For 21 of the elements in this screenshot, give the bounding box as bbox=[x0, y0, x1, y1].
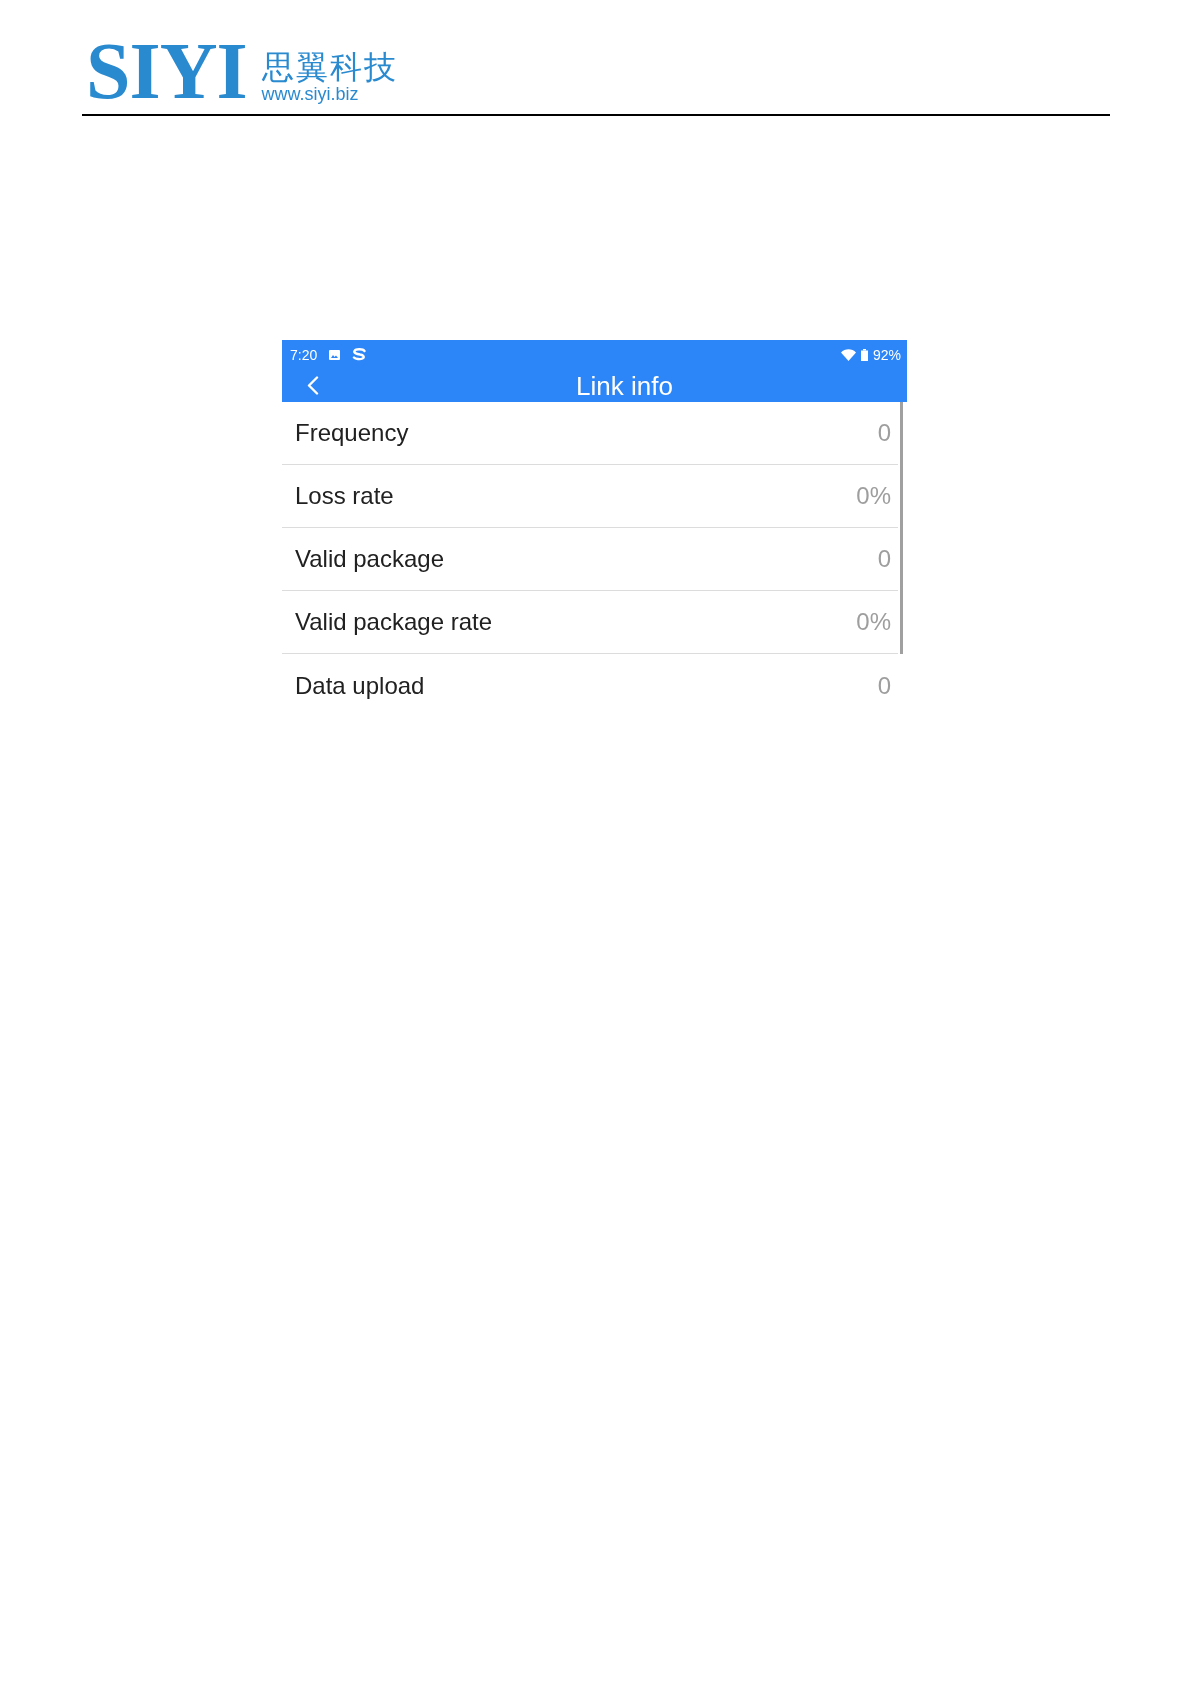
setting-value: 0 bbox=[877, 547, 891, 571]
setting-value: 0 bbox=[877, 673, 891, 698]
wifi-icon bbox=[840, 348, 856, 361]
company-name: 思翼科技 bbox=[261, 50, 398, 84]
image-icon bbox=[329, 349, 341, 360]
setting-label: Loss rate bbox=[295, 484, 394, 508]
setting-label: Frequency bbox=[295, 421, 409, 445]
screen-title: Link info bbox=[576, 372, 673, 399]
battery-percentage: 92% bbox=[872, 347, 901, 362]
setting-label: Valid package bbox=[295, 547, 444, 571]
s-shape-icon bbox=[352, 348, 368, 361]
setting-value: 0% bbox=[856, 484, 891, 508]
logo-wordmark: SIYI bbox=[86, 38, 247, 104]
setting-value: 0 bbox=[877, 421, 891, 445]
setting-label: Data upload bbox=[295, 673, 425, 698]
setting-label: Valid package rate bbox=[295, 610, 492, 634]
chevron-left-icon bbox=[305, 376, 319, 395]
website-url: www.siyi.biz bbox=[261, 84, 360, 104]
setting-value: 0% bbox=[856, 610, 891, 634]
battery-icon bbox=[860, 348, 868, 361]
status-time: 7:20 bbox=[290, 347, 318, 362]
